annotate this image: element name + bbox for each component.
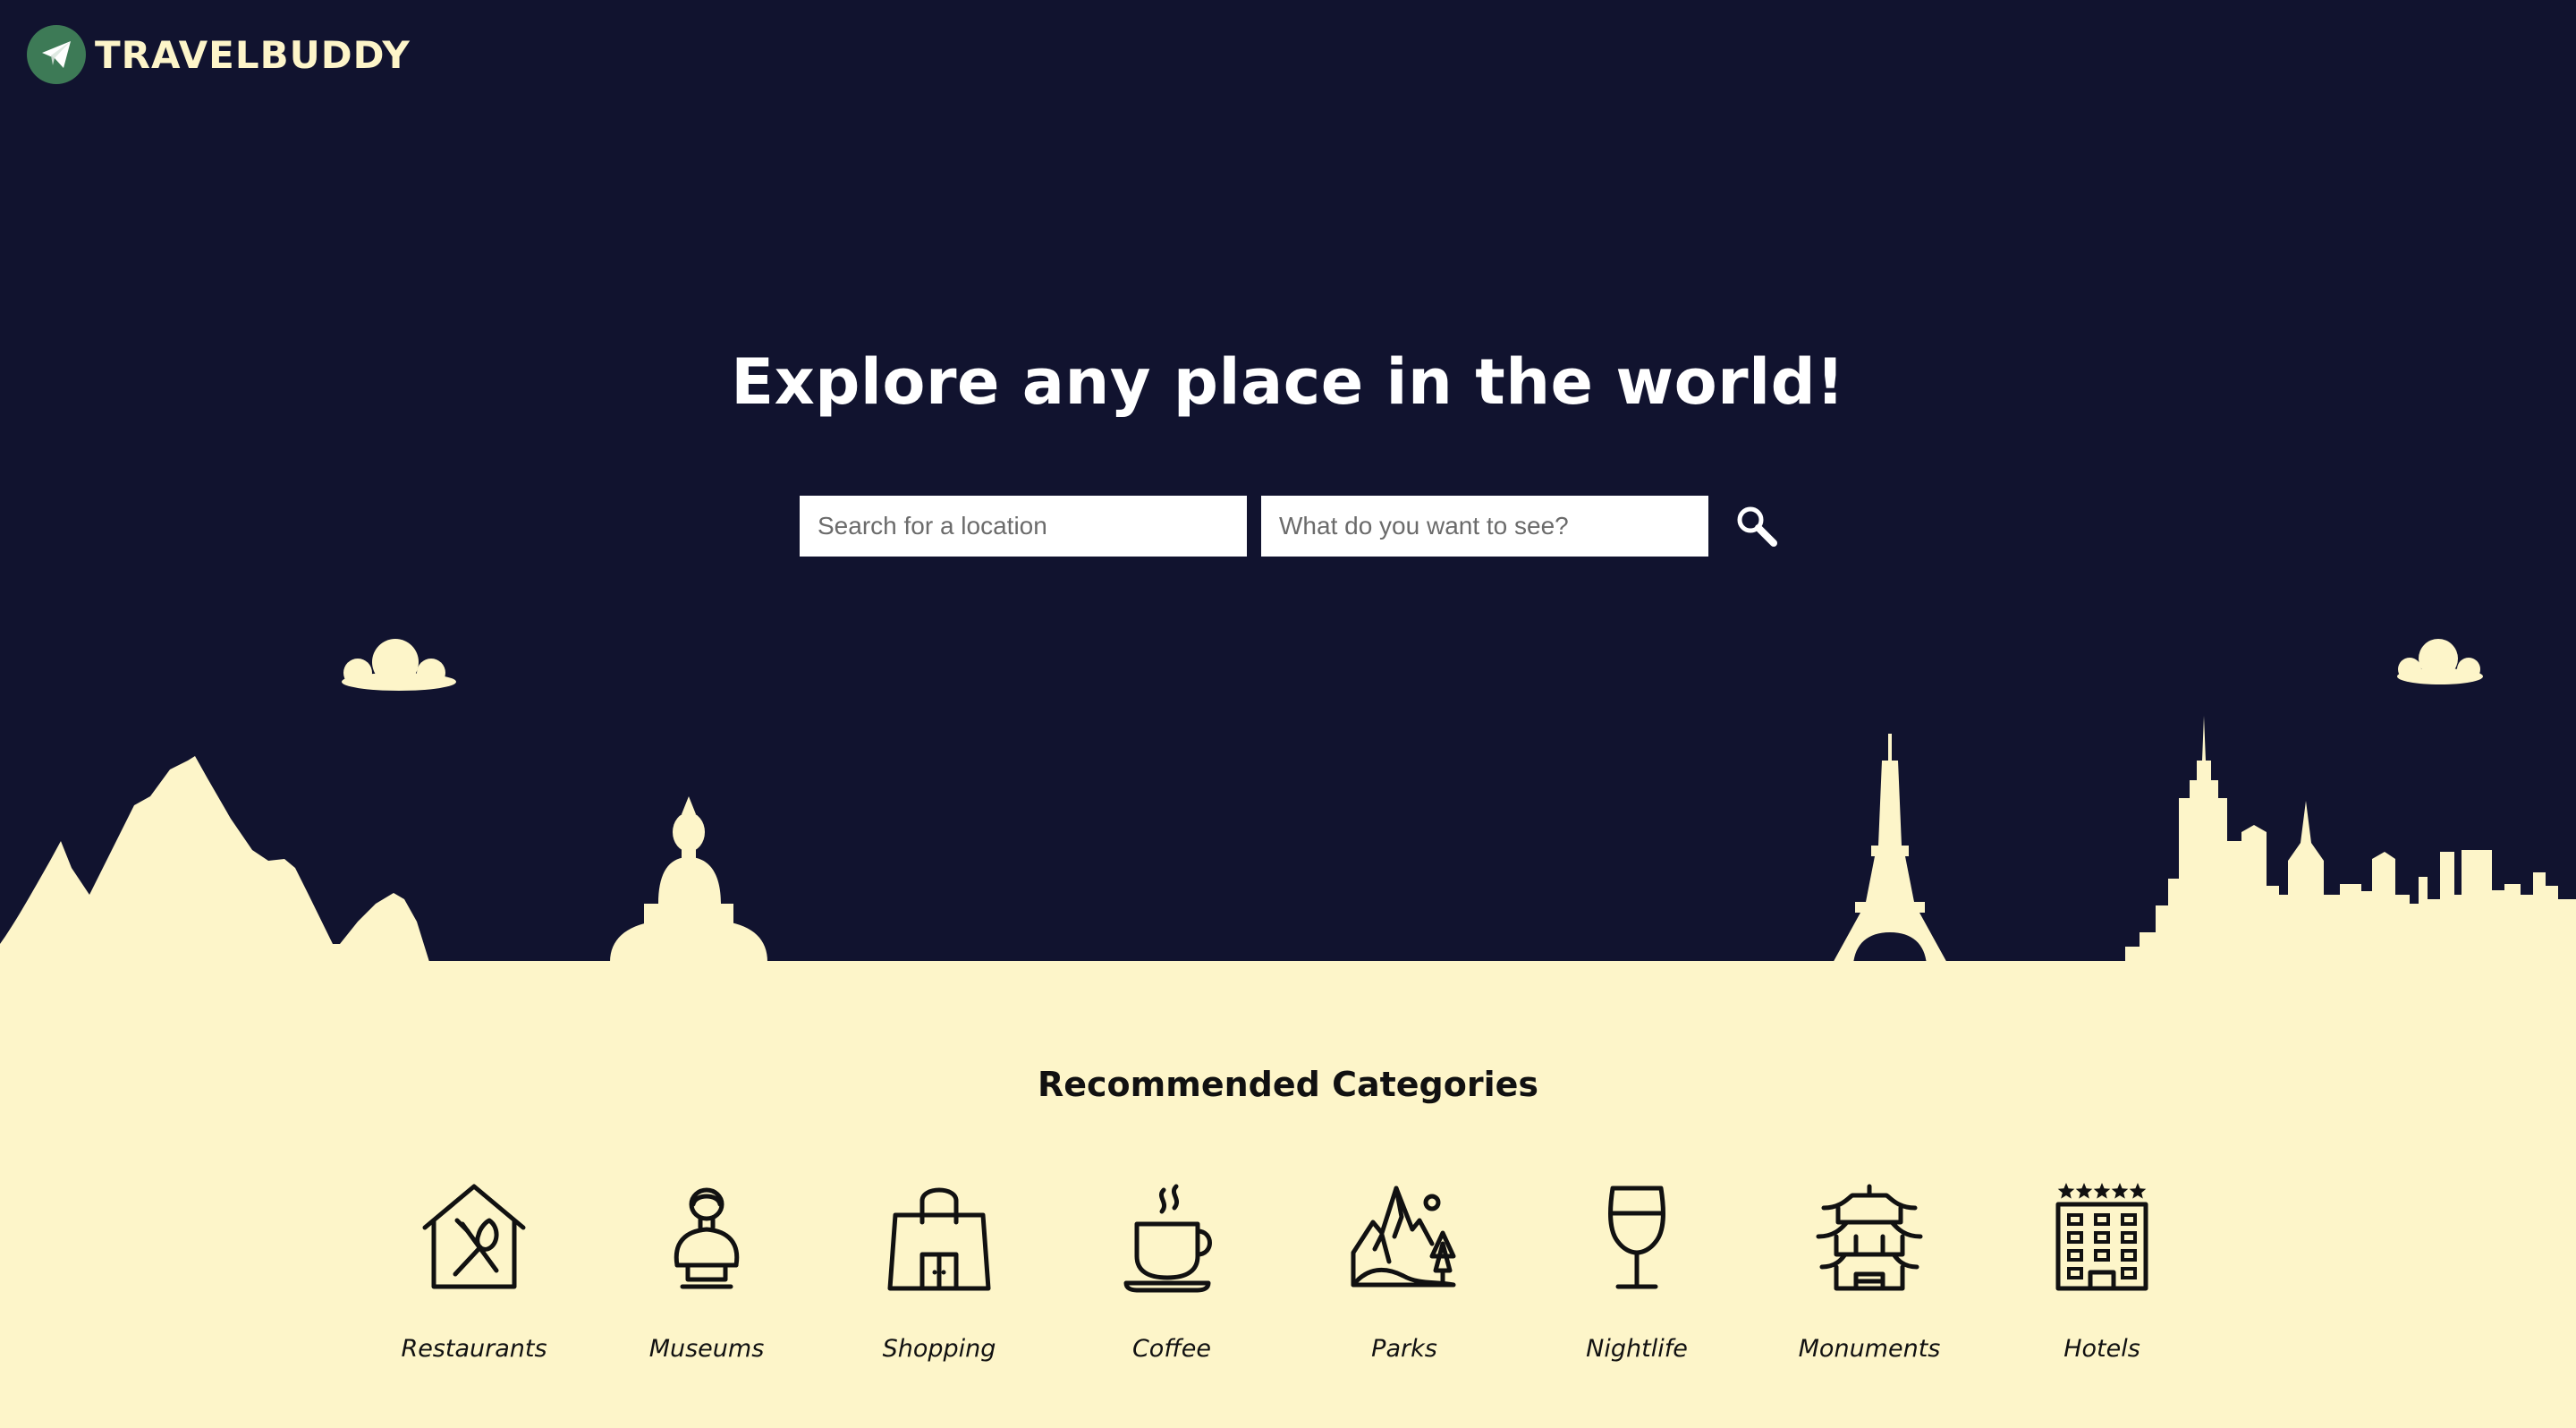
category-label: Nightlife (1586, 1335, 1688, 1363)
category-shopping[interactable]: Shopping (832, 1181, 1046, 1363)
category-label: Shopping (882, 1335, 996, 1363)
category-label: Parks (1371, 1335, 1437, 1363)
brand-name: TRAVELBUDDY (95, 32, 411, 77)
category-coffee[interactable]: Coffee (1064, 1181, 1279, 1363)
category-label: Restaurants (401, 1335, 547, 1363)
category-museums[interactable]: Museums (599, 1181, 814, 1363)
category-label: Museums (648, 1335, 765, 1363)
shopping-bag-icon (887, 1187, 991, 1291)
skyline-illustration (0, 639, 2576, 966)
category-label: Coffee (1131, 1335, 1212, 1363)
hotel-building-icon (2055, 1183, 2148, 1291)
location-search-input[interactable] (800, 496, 1247, 557)
cloud-right-icon (2397, 639, 2483, 684)
category-label: Hotels (2063, 1335, 2140, 1363)
search-bar (800, 496, 1785, 557)
mountains-icon (0, 756, 429, 962)
interest-search-input[interactable] (1261, 496, 1708, 557)
brand-logo[interactable]: TRAVELBUDDY (27, 25, 411, 84)
page: TRAVELBUDDY Explore any place in the wor… (0, 0, 2576, 1428)
search-button[interactable] (1728, 497, 1785, 555)
category-label: Monuments (1798, 1335, 1941, 1363)
eiffel-tower-icon (1832, 734, 1948, 965)
category-parks[interactable]: Parks (1297, 1181, 1512, 1363)
category-restaurants[interactable]: Restaurants (367, 1181, 581, 1363)
city-skyline-icon (2125, 716, 2576, 966)
museum-bust-icon (674, 1187, 740, 1289)
coffee-cup-icon (1123, 1184, 1212, 1293)
wine-glass-icon (1608, 1186, 1665, 1289)
magnifier-icon (1737, 506, 1777, 547)
mountain-park-icon (1351, 1186, 1456, 1288)
category-nightlife[interactable]: Nightlife (1530, 1181, 1744, 1363)
category-list: Restaurants Museums Shopping Coffee Park… (367, 1181, 2209, 1363)
pagoda-icon (1816, 1184, 1923, 1291)
categories-title: Recommended Categories (1037, 1065, 1539, 1104)
buddha-statue-icon (610, 796, 767, 962)
hero-section: TRAVELBUDDY Explore any place in the wor… (0, 0, 2576, 966)
category-hotels[interactable]: Hotels (1995, 1181, 2209, 1363)
hero-headline: Explore any place in the world! (731, 345, 1845, 419)
cloud-left-icon (342, 639, 456, 691)
paper-plane-icon (27, 25, 86, 84)
restaurant-icon (422, 1184, 526, 1289)
category-monuments[interactable]: Monuments (1762, 1181, 1977, 1363)
